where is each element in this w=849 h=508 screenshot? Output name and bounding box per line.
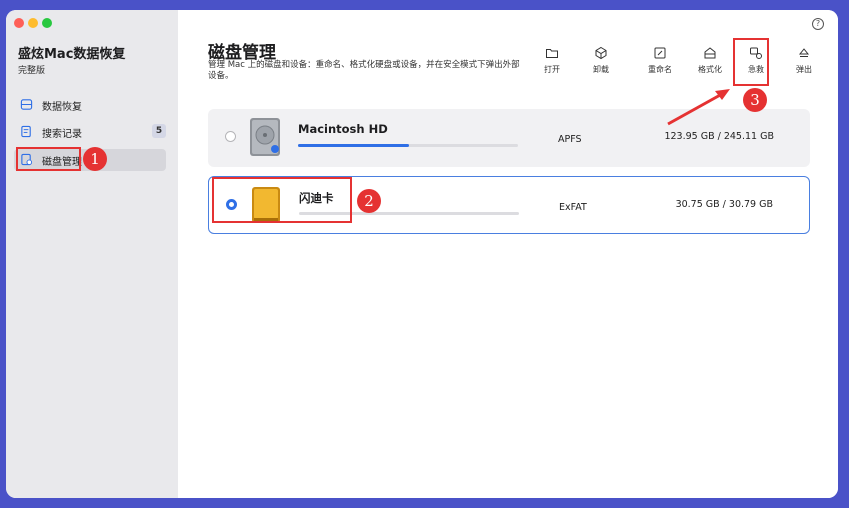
- disk-capacity: 30.75 GB / 30.79 GB: [675, 199, 773, 210]
- minimize-window-button[interactable]: [28, 18, 38, 28]
- unmount-button[interactable]: 卸载: [579, 46, 623, 75]
- annotation-box-2: [212, 177, 352, 223]
- toolbar-label: 格式化: [698, 65, 722, 74]
- toolbar-label: 打开: [544, 65, 560, 74]
- disk-radio[interactable]: [225, 131, 236, 142]
- format-button[interactable]: 格式化: [688, 46, 732, 75]
- unmount-icon: [595, 46, 607, 60]
- eject-icon: [798, 48, 810, 57]
- sidebar-item-search-history[interactable]: 搜索记录 5: [14, 121, 166, 143]
- rename-icon: [654, 47, 666, 59]
- help-button[interactable]: ?: [812, 18, 824, 30]
- app-title: 盛炫Mac数据恢复: [18, 47, 126, 62]
- toolbar-label: 卸载: [593, 65, 609, 74]
- format-icon: [704, 47, 716, 59]
- toolbar-label: 重命名: [648, 65, 672, 74]
- annotation-arrow: [667, 89, 730, 126]
- annotation-number: 1: [83, 147, 107, 171]
- count-badge: 5: [152, 124, 166, 138]
- app-edition: 完整版: [18, 66, 46, 76]
- disk-capacity: 123.95 GB / 245.11 GB: [664, 131, 774, 142]
- open-button[interactable]: 打开: [530, 46, 574, 75]
- sidebar: 盛炫Mac数据恢复 完整版 数据恢复 搜索记录 5 磁盘管理: [6, 10, 178, 498]
- annotation-number: 3: [743, 88, 767, 112]
- annotation-number: 2: [357, 189, 381, 213]
- usage-bar: [298, 144, 518, 147]
- hard-drive-icon: [250, 118, 280, 156]
- usage-bar-fill: [298, 144, 410, 147]
- annotation-box-3: [733, 38, 769, 86]
- page-description: 管理 Mac 上的磁盘和设备：重命名、格式化硬盘或设备，并在安全模式下弹出外部设…: [208, 60, 520, 81]
- disk-filesystem: ExFAT: [559, 202, 587, 213]
- rename-button[interactable]: 重命名: [638, 46, 682, 75]
- disk-name: Macintosh HD: [298, 122, 388, 136]
- folder-icon: [546, 49, 558, 58]
- sidebar-item-label: 数据恢复: [42, 102, 82, 113]
- disk-filesystem: APFS: [558, 134, 582, 145]
- eject-button[interactable]: 弹出: [782, 46, 826, 75]
- sidebar-item-data-recovery[interactable]: 数据恢复: [14, 94, 166, 116]
- zoom-window-button[interactable]: [42, 18, 52, 28]
- close-window-button[interactable]: [14, 18, 24, 28]
- search-history-icon: [21, 125, 31, 138]
- toolbar-label: 弹出: [796, 65, 812, 74]
- data-recovery-icon: [20, 99, 33, 110]
- sidebar-item-label: 搜索记录: [42, 129, 82, 140]
- annotation-box-1: [16, 147, 81, 171]
